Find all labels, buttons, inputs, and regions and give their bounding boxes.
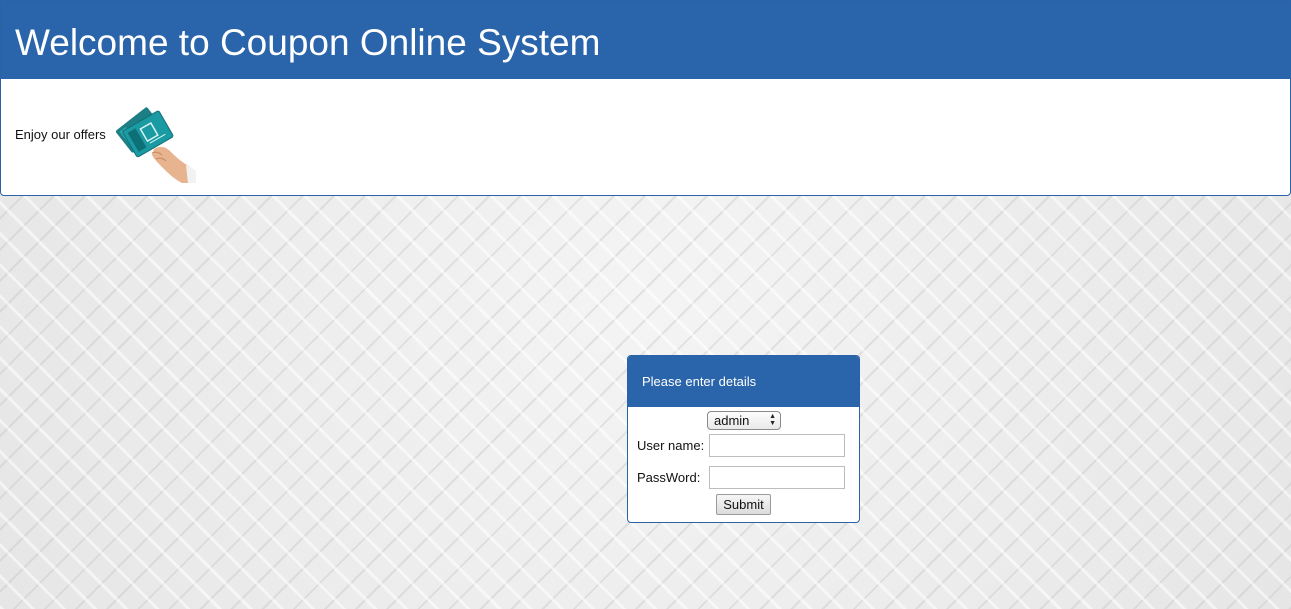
- login-heading: Please enter details: [642, 374, 757, 389]
- header-bar: Welcome to Coupon Online System: [1, 1, 1290, 79]
- submit-button[interactable]: Submit: [716, 494, 771, 515]
- username-input[interactable]: [709, 434, 845, 457]
- role-select-value: admin: [714, 413, 750, 428]
- hand-holding-coupon-cards-icon: [116, 107, 196, 183]
- page-title: Welcome to Coupon Online System: [15, 22, 601, 63]
- role-select[interactable]: admin ▲ ▼: [707, 411, 781, 430]
- tagline: Enjoy our offers: [15, 127, 106, 142]
- password-label: PassWord:: [637, 470, 701, 485]
- login-panel-header: Please enter details: [628, 356, 859, 407]
- header-card: Welcome to Coupon Online System Enjoy ou…: [0, 0, 1291, 196]
- up-down-arrows-icon: ▲ ▼: [769, 413, 776, 427]
- password-input[interactable]: [709, 466, 845, 489]
- login-panel: Please enter details admin ▲ ▼ User name:…: [627, 355, 860, 523]
- username-label: User name:: [637, 438, 705, 453]
